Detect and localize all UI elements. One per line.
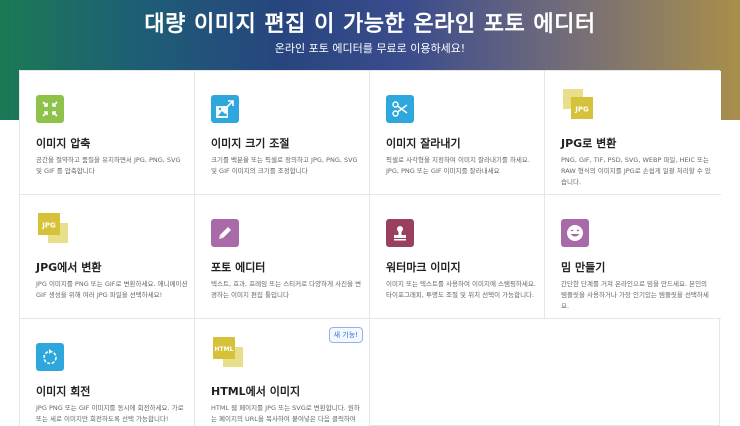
tool-card-convert-from-jpg[interactable]: JPG JPG에서 변환 JPG 이미지를 PNG 또는 GIF로 변환하세요.… [20, 195, 195, 319]
card-title: HTML에서 이미지 [211, 385, 301, 398]
card-description: 텍스트, 효과, 프레임 또는 스티커로 다양하게 사진을 변경하는 이미지 편… [211, 280, 362, 299]
new-feature-badge: 새 기능! [328, 327, 363, 343]
card-title: 포토 에디터 [211, 261, 266, 274]
card-title: 이미지 크기 조절 [211, 137, 290, 150]
tool-card-watermark[interactable]: 워터마크 이미지 이미지 또는 텍스트를 사용하여 이미지에 스탬핑하세요. 타… [370, 195, 545, 319]
tool-card-html-to-image[interactable]: HTML 새 기능! HTML에서 이미지 HTML 웹 페이지를 JPG 또는… [195, 319, 370, 426]
tool-card-meme[interactable]: 밈 만들기 간단한 단계를 거쳐 온라인으로 밈을 만드세요. 본인의 템플릿을… [545, 195, 721, 319]
html-file-icon: HTML [211, 335, 245, 369]
svg-text:JPG: JPG [41, 222, 56, 230]
scissors-icon [386, 95, 414, 123]
tool-card-convert-to-jpg[interactable]: JPG JPG로 변환 PNG, GIF, TIF, PSD, SVG, WEB… [545, 71, 721, 195]
tool-card-photo-editor[interactable]: 포토 에디터 텍스트, 효과, 프레임 또는 스티커로 다양하게 사진을 변경하… [195, 195, 370, 319]
svg-text:JPG: JPG [574, 106, 589, 114]
page-subtitle: 온라인 포토 에디터를 무료로 이용하세요! [274, 42, 466, 55]
card-title: 이미지 잘라내기 [386, 137, 461, 150]
card-description: JPG 이미지를 PNG 또는 GIF로 변환하세요. 애니메이션 GIF 생성… [36, 280, 188, 299]
card-description: 픽셀로 사각형을 지정하여 이미지 잘라내기를 하세요. JPG, PNG 또는… [386, 156, 530, 175]
card-description: 간단한 단계를 거쳐 온라인으로 밈을 만드세요. 본인의 템플릿을 사용하거나… [561, 280, 709, 310]
tool-card-resize[interactable]: 이미지 크기 조절 크기를 백분율 또는 픽셀로 정의하고 JPG, PNG, … [195, 71, 370, 195]
card-description: 공간을 절약하고 품질을 유지하면서 JPG, PNG, SVG 및 GIF 를… [36, 156, 181, 175]
card-title: 워터마크 이미지 [386, 261, 461, 274]
card-description: PNG, GIF, TIF, PSD, SVG, WEBP 파일, HEIC 또… [561, 156, 711, 186]
svg-text:HTML: HTML [215, 346, 234, 353]
card-description: 이미지 또는 텍스트를 사용하여 이미지에 스탬핑하세요. 타이포그래피, 투명… [386, 280, 536, 299]
card-title: JPG에서 변환 [36, 261, 102, 274]
card-title: 이미지 압축 [36, 137, 91, 150]
compress-icon [36, 95, 64, 123]
tools-grid: 이미지 압축 공간을 절약하고 품질을 유지하면서 JPG, PNG, SVG … [19, 70, 721, 426]
card-title: 밈 만들기 [561, 261, 606, 274]
card-description: JPG PNG 또는 GIF 이미지를 동시에 회전하세요. 가로 또는 세로 … [36, 404, 184, 423]
tool-card-compress[interactable]: 이미지 압축 공간을 절약하고 품질을 유지하면서 JPG, PNG, SVG … [20, 71, 195, 195]
card-title: JPG로 변환 [561, 137, 617, 150]
resize-icon [211, 95, 239, 123]
tool-card-crop[interactable]: 이미지 잘라내기 픽셀로 사각형을 지정하여 이미지 잘라내기를 하세요. JP… [370, 71, 545, 195]
stamp-icon [386, 219, 414, 247]
card-title: 이미지 회전 [36, 385, 91, 398]
jpg-file-icon: JPG [561, 87, 595, 121]
card-description: 크기를 백분율 또는 픽셀로 정의하고 JPG, PNG, SVG 및 GIF … [211, 156, 358, 175]
pencil-icon [211, 219, 239, 247]
card-description: HTML 웹 페이지를 JPG 또는 SVG로 변환합니다. 원하는 페이지의 … [211, 404, 360, 423]
jpg-file-icon: JPG [36, 211, 70, 245]
smile-icon [561, 219, 589, 247]
tool-card-rotate[interactable]: 이미지 회전 JPG PNG 또는 GIF 이미지를 동시에 회전하세요. 가로… [20, 319, 195, 426]
page-title: 대량 이미지 편집 이 가능한 온라인 포토 에디터 [144, 12, 596, 37]
rotate-icon [36, 343, 64, 371]
